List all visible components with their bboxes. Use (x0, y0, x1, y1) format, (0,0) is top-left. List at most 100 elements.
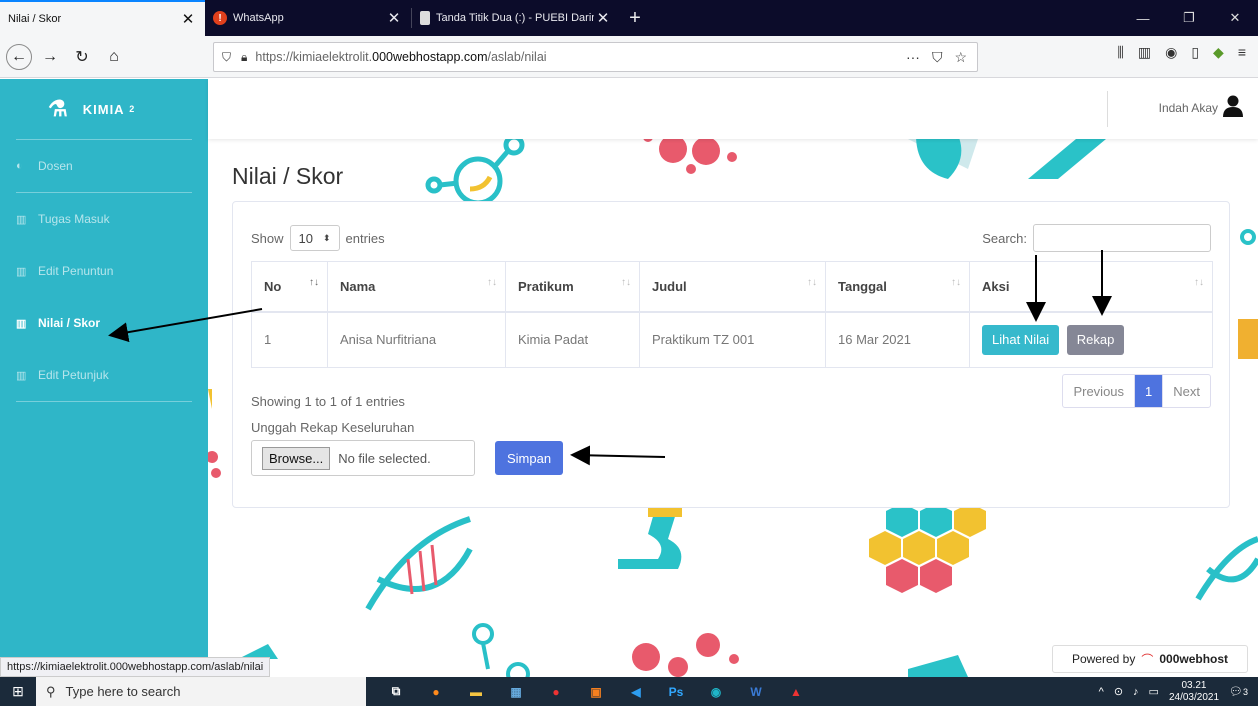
datatable-card: Show 10 ⬍ entries Search: No ↑↓ Nama ↑↓ Pr… (232, 201, 1230, 508)
clock[interactable]: 03.21 24/03/2021 (1169, 680, 1219, 704)
app-window: ⚗ KIMIA 2 ◐ Dosen ▥ Tugas Masuk ▥ Edit P… (0, 79, 1258, 677)
window-controls: — ❐ ✕ (1120, 0, 1258, 36)
close-tab-icon[interactable]: ✕ (385, 9, 403, 27)
user-name[interactable]: Indah Akay (1159, 101, 1218, 115)
tray-chevron-icon[interactable]: ^ (1099, 686, 1104, 698)
sidebar-item-label: Dosen (38, 159, 73, 173)
file-input[interactable]: Browse... No file selected. (251, 440, 475, 476)
sidebar-item-tugas-masuk[interactable]: ▥ Tugas Masuk (0, 193, 208, 245)
rekap-button[interactable]: Rekap (1066, 324, 1125, 355)
search-icon: ⚲ (46, 683, 56, 699)
menu-icon[interactable]: ≡ (1238, 44, 1246, 61)
extension-icon[interactable]: ◆ (1213, 44, 1224, 61)
edge-icon[interactable]: ◉ (698, 677, 734, 706)
column-header-label: Tanggal (838, 278, 887, 294)
back-arrow-icon[interactable]: ← (6, 43, 32, 70)
cell-aksi: Lihat Nilai Rekap (969, 311, 1213, 368)
column-header-pratikum[interactable]: Pratikum ↑↓ (505, 261, 640, 313)
volume-icon[interactable]: ♪ (1133, 686, 1139, 698)
chart-icon: ▥ (16, 213, 27, 226)
sidebar-item-label: Nilai / Skor (38, 316, 101, 330)
app-icon[interactable]: ● (538, 677, 574, 706)
column-header-no[interactable]: No ↑↓ (251, 261, 328, 313)
pocket-icon[interactable]: ⛉ (932, 49, 943, 66)
page-1-button[interactable]: 1 (1135, 375, 1164, 407)
tab-title: WhatsApp (233, 12, 284, 24)
app-icon[interactable]: ▣ (578, 677, 614, 706)
sidebar-item-nilai-skor[interactable]: ▥ Nilai / Skor (0, 297, 208, 349)
entries-select[interactable]: 10 ⬍ (289, 225, 340, 251)
battery-icon[interactable]: ▭ (1149, 685, 1159, 698)
column-header-label: Nama (340, 278, 376, 294)
column-header-aksi[interactable]: Aksi ↑↓ (969, 261, 1213, 313)
sidebar-item-label: Tugas Masuk (38, 212, 110, 226)
page-actions-icon[interactable]: ··· (906, 49, 920, 66)
upload-label: Unggah Rekap Keseluruhan (251, 420, 415, 435)
main-content: Nilai / Skor Show 10 ⬍ entries Search: N… (208, 139, 1258, 677)
taskbar-search[interactable]: ⚲ Type here to search (36, 677, 366, 706)
sidebar-item-edit-penuntun[interactable]: ▥ Edit Penuntun (0, 245, 208, 297)
sidebar-item-label: Edit Penuntun (38, 264, 114, 278)
nilai-table: No ↑↓ Nama ↑↓ Pratikum ↑↓ Judul ↑↓ Tanggal ↑↓… (251, 261, 1213, 368)
reader-icon[interactable]: ▯ (1191, 44, 1199, 61)
close-tab-icon[interactable]: ✕ (179, 10, 197, 28)
taskbar-apps: ⧉ ● ▬ ▦ ● ▣ ◀ Ps ◉ W ▲ (378, 677, 814, 706)
forward-arrow-icon[interactable]: → (36, 43, 64, 71)
network-icon[interactable]: ⊙ (1114, 685, 1123, 698)
address-bar[interactable]: ⛉ 🔒︎ https://kimiaelektrolit.000webhosta… (213, 42, 978, 72)
cell-judul: Praktikum TZ 001 (639, 311, 826, 368)
sort-icon: ↑↓ (309, 277, 319, 288)
user-icon[interactable] (1222, 95, 1244, 123)
firefox-icon[interactable]: ● (418, 677, 454, 706)
acrobat-icon[interactable]: ▲ (778, 677, 814, 706)
task-view-icon[interactable]: ⧉ (378, 677, 414, 706)
word-icon[interactable]: W (738, 677, 774, 706)
tab-nilai-skor[interactable]: Nilai / Skor ✕ (0, 0, 205, 36)
brand-logo[interactable]: ⚗ KIMIA 2 (0, 79, 208, 139)
library-icon[interactable]: ⫼ (1117, 44, 1123, 61)
windows-start-icon[interactable]: ⊞ (0, 683, 36, 700)
column-header-nama[interactable]: Nama ↑↓ (327, 261, 506, 313)
brand-text: KIMIA (82, 101, 125, 117)
shield-icon[interactable]: ⛉ (222, 50, 231, 65)
search-input[interactable] (1033, 224, 1211, 252)
powered-by-badge[interactable]: Powered by ⌒ 000webhost (1052, 645, 1248, 673)
document-icon (420, 11, 430, 25)
search-label: Search: (982, 230, 1027, 246)
clock-date: 24/03/2021 (1168, 691, 1220, 703)
app-icon[interactable]: ▦ (498, 677, 534, 706)
sort-icon: ↑↓ (807, 277, 817, 288)
photoshop-icon[interactable]: Ps (658, 677, 694, 706)
sidebar-icon[interactable]: ▥ (1138, 44, 1151, 61)
sidebar-item-edit-petunjuk[interactable]: ▥ Edit Petunjuk (0, 349, 208, 401)
file-explorer-icon[interactable]: ▬ (458, 677, 494, 706)
restore-icon[interactable]: ❐ (1166, 0, 1212, 36)
close-window-icon[interactable]: ✕ (1212, 0, 1258, 36)
browse-button[interactable]: Browse... (262, 446, 331, 470)
column-header-judul[interactable]: Judul ↑↓ (639, 261, 826, 313)
column-header-tanggal[interactable]: Tanggal ↑↓ (825, 261, 970, 313)
close-tab-icon[interactable]: ✕ (594, 9, 612, 27)
next-page-button[interactable]: Next (1163, 375, 1210, 407)
url-path: /aslab/nilai (487, 50, 547, 64)
lock-icon[interactable]: 🔒︎ (241, 50, 247, 65)
vscode-icon[interactable]: ◀ (618, 677, 654, 706)
notification-icon[interactable]: 💬︎3 (1229, 685, 1248, 698)
simpan-button[interactable]: Simpan (495, 441, 564, 475)
windows-taskbar: ⊞ ⚲ Type here to search ⧉ ● ▬ ▦ ● ▣ ◀ Ps… (0, 677, 1258, 706)
sidebar-item-dosen[interactable]: ◐ Dosen (0, 140, 208, 192)
previous-page-button[interactable]: Previous (1063, 375, 1136, 407)
tab-puebi[interactable]: Tanda Titik Dua (:) - PUEBI Darin ✕ (412, 0, 620, 36)
minimize-icon[interactable]: — (1120, 0, 1166, 36)
bookmark-star-icon[interactable]: ☆ (954, 49, 967, 66)
tab-whatsapp[interactable]: ! WhatsApp ✕ (205, 0, 411, 36)
new-tab-button[interactable]: + (620, 0, 650, 36)
account-icon[interactable]: ◉ (1165, 44, 1177, 61)
home-icon[interactable]: ⌂ (100, 43, 128, 71)
lihat-nilai-button[interactable]: Lihat Nilai (982, 324, 1060, 355)
column-header-label: No (264, 278, 282, 294)
brand-sup: 2 (129, 104, 136, 114)
chart-icon: ▥ (16, 265, 27, 278)
status-url: https://kimiaelektrolit.000webhostapp.co… (0, 657, 271, 677)
reload-icon[interactable]: ↻ (68, 43, 96, 71)
